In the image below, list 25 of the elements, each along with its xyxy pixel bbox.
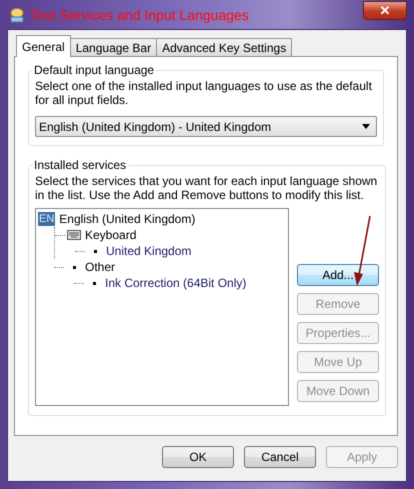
tree-item[interactable]: Keyboard [85, 228, 136, 242]
dropdown-arrow-icon [362, 124, 370, 129]
language-badge: EN [38, 212, 56, 226]
bullet-icon [93, 282, 96, 284]
bullet-icon [94, 250, 97, 252]
tree-item[interactable]: Ink Correction (64Bit Only) [105, 276, 246, 290]
dialog-button[interactable]: OK [162, 446, 234, 468]
language-dropdown[interactable]: English (United Kingdom) - United Kingdom [35, 116, 377, 137]
tree-item[interactable]: Other [85, 260, 116, 274]
keyboard-globe-icon [9, 6, 25, 22]
tree-item[interactable]: United Kingdom [106, 244, 192, 258]
tree-item[interactable]: English (United Kingdom) [59, 212, 196, 226]
dialog-button[interactable]: Cancel [244, 446, 316, 468]
tab[interactable]: Language Bar [70, 38, 158, 56]
group-title: Installed services [33, 158, 128, 172]
tab[interactable]: Advanced Key Settings [156, 38, 292, 56]
action-button[interactable]: Add... [297, 264, 379, 286]
group-title: Default input language [33, 63, 156, 77]
keyboard-icon [67, 230, 81, 240]
description-text: Select the services that you want for each input language shown in the list. Use the Add and Remove buttons to modify this list. [35, 174, 378, 202]
window-title: Text Services and Input Languages [30, 6, 249, 22]
close-button[interactable]: ✕ [363, 1, 407, 20]
bullet-icon [73, 266, 76, 268]
description-text: Select one of the installed input languages to use as the default for all input fields. [35, 79, 373, 107]
tab[interactable]: General [16, 35, 71, 57]
